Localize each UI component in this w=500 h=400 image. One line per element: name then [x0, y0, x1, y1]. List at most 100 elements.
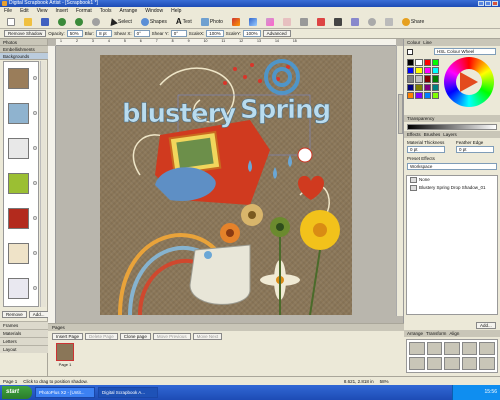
tab-photos[interactable]: Photos — [0, 39, 47, 46]
add-button[interactable]: Add... — [28, 311, 49, 318]
swatch-radio[interactable] — [33, 216, 37, 220]
eyedropper-tool[interactable] — [331, 17, 345, 27]
tab-arrange[interactable]: Arrange — [407, 330, 423, 337]
background-swatch[interactable] — [8, 243, 29, 264]
advanced-button[interactable]: Advanced — [262, 30, 291, 37]
page-thumbnail[interactable] — [56, 343, 74, 361]
open-button[interactable] — [21, 17, 35, 27]
palette-color[interactable] — [423, 91, 431, 99]
tab-embellishments[interactable]: Embellishments — [0, 46, 48, 53]
menu-help[interactable]: Help — [171, 8, 181, 14]
palette-color[interactable] — [415, 91, 423, 99]
section-letters[interactable]: Letters — [0, 337, 48, 345]
insert-page-button[interactable]: Insert Page — [52, 333, 84, 340]
photo-tool[interactable]: Photo — [198, 17, 226, 27]
crop-tool[interactable] — [297, 17, 311, 27]
tab-colour[interactable]: Colour — [407, 39, 420, 46]
colour-model-select[interactable]: HSL Colour Wheel — [434, 48, 496, 55]
group-icon[interactable] — [461, 357, 478, 370]
scale-y-field[interactable]: 100% — [243, 30, 261, 37]
back-one-icon[interactable] — [461, 342, 478, 355]
zoom-button[interactable] — [89, 17, 103, 27]
background-swatch[interactable] — [8, 138, 29, 159]
section-frames[interactable]: Frames — [0, 321, 48, 329]
palette-color[interactable] — [407, 67, 415, 75]
menu-format[interactable]: Format — [76, 8, 92, 14]
menu-window[interactable]: Window — [145, 8, 163, 14]
transparency-slider[interactable] — [407, 124, 497, 130]
tab-effects[interactable]: Effects — [407, 131, 421, 138]
palette-color[interactable] — [423, 83, 431, 91]
material-thickness-field[interactable]: 0 pt — [407, 146, 445, 153]
task-photoplus[interactable]: PhotoPlus X2 - [Untit... — [35, 387, 95, 398]
swatch-radio[interactable] — [33, 146, 37, 150]
palette-color[interactable] — [431, 59, 439, 67]
background-swatch[interactable] — [8, 68, 29, 89]
redo-button[interactable] — [72, 17, 86, 27]
palette-color[interactable] — [431, 67, 439, 75]
colour-wheel[interactable] — [444, 57, 494, 107]
tab-layers[interactable]: Layers — [443, 131, 457, 138]
text-tool[interactable]: A Text — [173, 17, 195, 27]
palette-color[interactable] — [415, 59, 423, 67]
background-swatch[interactable] — [8, 208, 29, 229]
feather-edge-field[interactable]: 0 pt — [456, 146, 494, 153]
bring-to-front-icon[interactable] — [409, 342, 425, 355]
undo-button[interactable] — [55, 17, 69, 27]
brush-tool-3[interactable] — [263, 17, 277, 27]
palette-color[interactable] — [423, 67, 431, 75]
delete-page-button[interactable]: Delete Page — [85, 333, 118, 340]
palette-color[interactable] — [407, 75, 415, 83]
palette-color[interactable] — [407, 59, 415, 67]
swatch-radio[interactable] — [33, 251, 37, 255]
menu-file[interactable]: File — [4, 8, 12, 14]
yellow-flower[interactable] — [300, 210, 340, 250]
colour-triangle[interactable] — [460, 72, 478, 92]
palette-color[interactable] — [415, 83, 423, 91]
rotate-left-icon[interactable] — [479, 342, 495, 355]
zoom-level[interactable]: 58% — [380, 379, 389, 384]
opacity-field[interactable]: 50% — [66, 30, 83, 37]
title-spring[interactable]: Spring — [240, 95, 332, 126]
menu-edit[interactable]: Edit — [20, 8, 29, 14]
new-button[interactable] — [4, 17, 18, 27]
canvas-vertical-scrollbar[interactable] — [396, 46, 403, 316]
page-indicator[interactable]: Page 1 — [3, 379, 17, 384]
tab-align[interactable]: Align — [449, 330, 459, 337]
palette-color[interactable] — [431, 75, 439, 83]
rain-boot[interactable] — [189, 244, 251, 305]
fill-tool[interactable] — [314, 17, 328, 27]
remove-shadow-button[interactable]: Remove Shadow — [4, 30, 47, 37]
maximize-button[interactable] — [485, 1, 491, 6]
blur-field[interactable]: 8 pt — [96, 30, 113, 37]
palette-color[interactable] — [407, 91, 415, 99]
shear-x-field[interactable]: 0° — [133, 30, 150, 37]
background-swatch[interactable] — [8, 173, 29, 194]
minimize-button[interactable] — [478, 1, 484, 6]
scrapbook-page[interactable]: blustery Spring — [100, 55, 352, 315]
tan-flower[interactable] — [241, 204, 263, 226]
save-button[interactable] — [38, 17, 52, 27]
swatch-radio[interactable] — [33, 76, 37, 80]
red-heart[interactable] — [298, 175, 324, 200]
palette-color[interactable] — [423, 75, 431, 83]
shear-y-field[interactable]: 0° — [170, 30, 187, 37]
heart-tag[interactable] — [297, 147, 313, 163]
rotate-tool[interactable] — [365, 17, 379, 27]
workspace-select[interactable]: Workspace — [407, 163, 497, 170]
menu-insert[interactable]: Insert — [55, 8, 68, 14]
title-blustery[interactable]: blustery — [122, 99, 237, 130]
effects-add-button[interactable]: Add... — [476, 322, 496, 329]
menu-tools[interactable]: Tools — [100, 8, 112, 14]
effects-tool[interactable] — [348, 17, 362, 27]
swatch-radio[interactable] — [33, 181, 37, 185]
background-swatch[interactable] — [8, 278, 29, 299]
share-button[interactable]: Share — [399, 17, 427, 27]
brush-tool-2[interactable] — [246, 17, 260, 27]
flip-vertical-icon[interactable] — [444, 357, 460, 370]
close-button[interactable] — [492, 1, 498, 6]
menu-arrange[interactable]: Arrange — [119, 8, 137, 14]
move-previous-button[interactable]: Move Previous — [152, 333, 191, 340]
section-materials[interactable]: Materials — [0, 329, 48, 337]
menu-view[interactable]: View — [37, 8, 48, 14]
